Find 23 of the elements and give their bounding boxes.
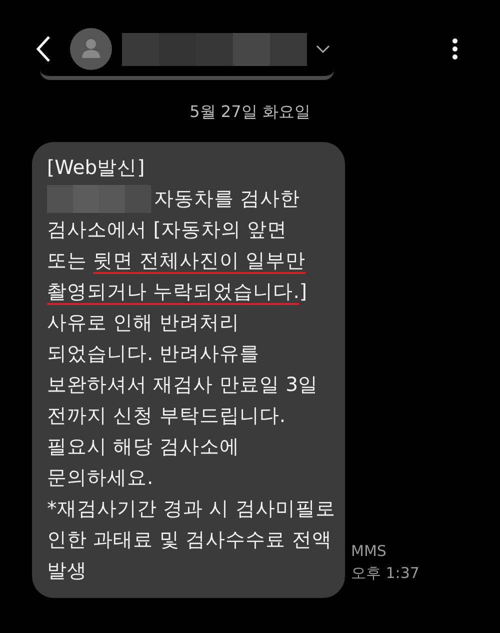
message-text: 문의하세요. — [47, 465, 154, 491]
message-text: 필요시 해당 검사소에 — [47, 434, 240, 460]
message-text: 보완하셔서 재검사 만료일 3일 — [47, 372, 318, 398]
message-text: 촬영되거나 누락되었습니다. — [47, 279, 300, 305]
message-text: 발생 — [47, 558, 87, 584]
more-menu-icon[interactable] — [452, 38, 458, 60]
message-text: *재검사기간 경과 시 검사미필로 — [47, 496, 336, 522]
message-text: [Web발신] — [47, 155, 145, 181]
avatar-icon[interactable] — [70, 28, 112, 70]
message-text: 뒷면 전체사진이 일부만 — [93, 248, 306, 274]
date-separator: 5월 27일 화요일 — [188, 101, 312, 123]
back-icon — [35, 35, 51, 63]
chevron-down-icon[interactable] — [315, 44, 331, 54]
message-text: 검사소에서 [자동차의 앞면 — [47, 217, 288, 243]
message-text: 되었습니다. 반려사유를 — [47, 341, 260, 367]
message-text: 전까지 신청 부탁드립니다. — [47, 403, 286, 429]
message-text: 인한 과태료 및 검사수수료 전액 — [47, 527, 332, 553]
message-text: ] — [299, 279, 308, 305]
message-time: 오후 1:37 — [351, 563, 420, 584]
message-type: MMS — [351, 541, 388, 562]
message-text: 자동차를 검사한 — [154, 186, 300, 212]
message-text: 또는 — [47, 248, 88, 274]
message-text: 사유로 인해 반려처리 — [47, 310, 240, 336]
